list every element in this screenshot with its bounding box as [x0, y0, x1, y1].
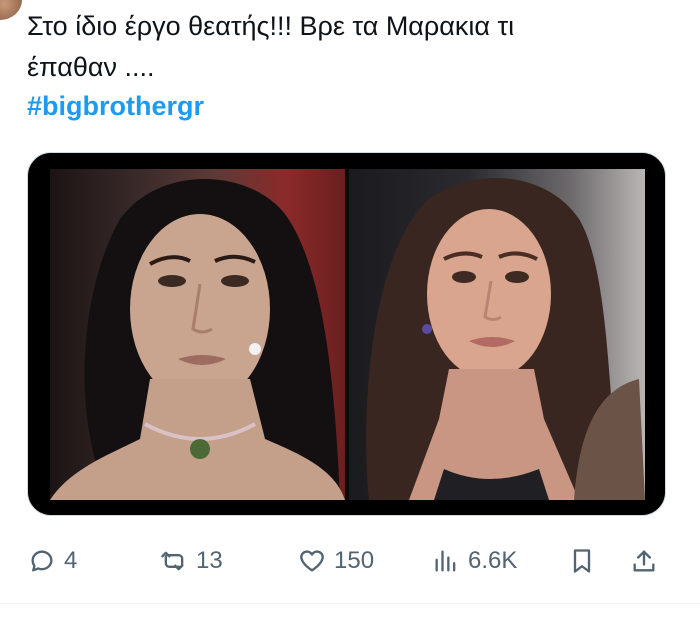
tweet-text-line: Στο ίδιο έργο θεατής!!! Βρε τα Μαρακια τ… — [27, 11, 515, 41]
bookmark-button[interactable] — [568, 536, 596, 586]
views-icon — [435, 550, 456, 572]
bookmark-icon — [573, 549, 591, 573]
tweet-text: Στο ίδιο έργο θεατής!!! Βρε τα Μαρακια τ… — [27, 6, 667, 88]
tweet-bottom-border — [0, 603, 700, 604]
reply-icon — [31, 550, 53, 572]
heart-icon — [300, 550, 324, 572]
share-button[interactable] — [630, 536, 658, 586]
views-button[interactable]: 6.6K — [432, 536, 517, 586]
reply-button[interactable]: 4 — [28, 536, 77, 586]
like-count: 150 — [334, 547, 375, 574]
like-button[interactable]: 150 — [298, 536, 374, 586]
avatar[interactable] — [0, 0, 22, 20]
retweet-count: 13 — [196, 547, 223, 574]
media-image-right — [349, 169, 645, 500]
tweet-actions: 4 13 150 6.6K — [0, 536, 700, 586]
views-count: 6.6K — [468, 547, 518, 574]
tweet-media[interactable] — [27, 152, 666, 516]
hashtag-link[interactable]: #bigbrothergr — [27, 86, 204, 127]
tweet-text-line: έπαθαν .... — [27, 52, 155, 82]
share-icon — [633, 550, 655, 572]
media-image-left — [50, 169, 345, 500]
reply-count: 4 — [64, 547, 78, 574]
retweet-icon — [161, 551, 184, 571]
retweet-button[interactable]: 13 — [160, 536, 223, 586]
